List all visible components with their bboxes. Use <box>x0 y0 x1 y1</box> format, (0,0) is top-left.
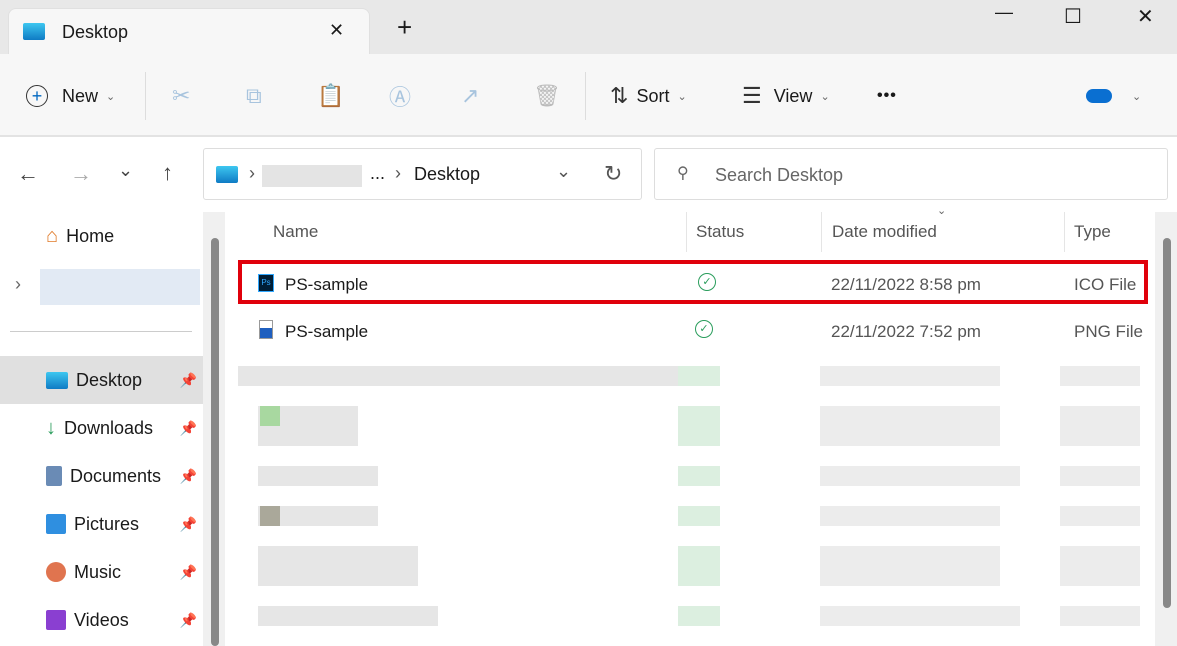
sort-icon: ⇅ <box>610 83 629 108</box>
photoshop-file-icon: Ps <box>258 274 274 292</box>
home-icon: ⌂ <box>46 224 59 247</box>
pin-icon: 📌 <box>179 611 197 628</box>
view-label: View <box>773 85 813 106</box>
music-icon <box>46 562 66 582</box>
sidebar-item-music[interactable]: Music 📌 <box>0 548 203 596</box>
expand-chevron-icon[interactable]: › <box>15 274 21 295</box>
close-window-button[interactable]: ✕ <box>1137 4 1154 29</box>
list-scrollbar[interactable] <box>1163 238 1171 608</box>
sidebar-label: Downloads <box>64 417 154 438</box>
forward-button[interactable]: → <box>70 161 92 187</box>
pictures-icon <box>46 514 66 534</box>
pin-icon: 📌 <box>179 371 197 388</box>
breadcrumb-separator: › <box>395 163 401 183</box>
column-header-status[interactable]: Status <box>696 222 744 242</box>
download-icon: ↓ <box>46 416 56 439</box>
sidebar-item-desktop[interactable]: Desktop 📌 <box>0 356 203 404</box>
delete-icon[interactable]: 🗑 <box>533 70 561 122</box>
file-name: PS-sample <box>285 322 369 341</box>
file-date: 22/11/2022 7:52 pm <box>831 322 981 341</box>
divider <box>821 212 822 252</box>
sort-indicator-icon: ⌄ <box>937 205 947 217</box>
new-button[interactable]: + New ⌄ <box>26 70 115 122</box>
share-icon[interactable]: ↗ <box>461 70 479 122</box>
divider <box>585 72 586 120</box>
back-button[interactable]: ← <box>17 161 39 187</box>
column-header-date[interactable]: Date modified <box>832 222 937 242</box>
refresh-icon[interactable]: ↻ <box>604 161 622 187</box>
sidebar-label: Desktop <box>76 369 143 390</box>
pin-icon: 📌 <box>179 563 197 580</box>
tab-desktop[interactable]: Desktop ✕ <box>8 8 370 55</box>
file-row-highlighted[interactable]: Ps PS-sample ✓ 22/11/2022 8:58 pm ICO Fi… <box>238 260 1148 304</box>
new-label: New <box>62 85 99 106</box>
sidebar-label: Home <box>66 225 115 246</box>
sidebar-item-downloads[interactable]: ↓ Downloads 📌 <box>0 404 203 452</box>
file-name: PS-sample <box>285 275 369 294</box>
onedrive-button[interactable]: ⌄ <box>1086 70 1141 122</box>
view-button[interactable]: ☰ View ⌄ <box>742 70 830 122</box>
up-button[interactable]: ↑ <box>162 160 173 186</box>
sort-button[interactable]: ⇅ Sort ⌄ <box>610 70 687 122</box>
divider <box>1064 212 1065 252</box>
sidebar-label: Videos <box>74 609 129 630</box>
search-input[interactable]: Search Desktop <box>715 165 843 186</box>
sidebar-label: Pictures <box>74 513 140 534</box>
documents-icon <box>46 466 62 486</box>
close-tab-icon[interactable]: ✕ <box>329 20 344 41</box>
divider <box>686 212 687 252</box>
sidebar-item-videos[interactable]: Videos 📌 <box>0 596 203 644</box>
blurred-onedrive-item[interactable] <box>40 269 200 305</box>
sort-label: Sort <box>636 85 670 106</box>
cut-icon[interactable]: ✂ <box>172 70 190 122</box>
synced-status-icon: ✓ <box>698 273 716 291</box>
search-box[interactable]: ⚲ Search Desktop <box>654 148 1168 200</box>
sidebar-item-documents[interactable]: Documents 📌 <box>0 452 203 500</box>
column-header-name[interactable]: Name <box>273 222 318 242</box>
search-icon: ⚲ <box>677 165 689 182</box>
desktop-folder-icon <box>216 166 238 183</box>
divider <box>145 72 146 120</box>
pin-icon: 📌 <box>179 467 197 484</box>
blurred-path <box>262 165 362 187</box>
file-row[interactable]: PS-sample ✓ 22/11/2022 7:52 pm PNG File <box>238 310 1148 354</box>
file-type: ICO File <box>1074 275 1137 294</box>
png-file-icon <box>259 320 273 339</box>
desktop-folder-icon <box>23 23 45 40</box>
sidebar-scrollbar[interactable] <box>211 238 219 646</box>
paste-icon[interactable]: 📋 <box>317 70 344 122</box>
breadcrumb-separator: › <box>249 163 255 183</box>
videos-icon <box>46 610 66 630</box>
maximize-button[interactable]: ☐ <box>1064 4 1082 29</box>
copy-icon[interactable]: ⧉ <box>246 70 262 122</box>
plus-circle-icon: + <box>26 85 48 107</box>
new-tab-button[interactable]: + <box>397 14 412 40</box>
sidebar-item-home[interactable]: ⌂ Home <box>0 212 203 260</box>
view-icon: ☰ <box>742 83 762 108</box>
recent-locations-button[interactable]: ⌄ <box>118 160 133 181</box>
blurred-file-rows <box>238 366 1148 646</box>
address-bar[interactable]: › ... › Desktop ⌄ ↻ <box>203 148 642 200</box>
breadcrumb-ellipsis[interactable]: ... <box>370 163 385 184</box>
onedrive-cloud-icon <box>1086 89 1112 103</box>
sidebar-label: Music <box>74 561 122 582</box>
breadcrumb-desktop[interactable]: Desktop <box>414 164 480 185</box>
file-date: 22/11/2022 8:58 pm <box>831 275 981 294</box>
column-header-type[interactable]: Type <box>1074 222 1111 242</box>
address-dropdown-icon[interactable]: ⌄ <box>556 161 571 182</box>
more-options-button[interactable]: ••• <box>877 70 897 122</box>
pin-icon: 📌 <box>179 419 197 436</box>
pin-icon: 📌 <box>179 515 197 532</box>
desktop-icon <box>46 371 68 389</box>
minimize-button[interactable]: — <box>995 2 1013 23</box>
divider <box>10 331 192 332</box>
tab-title: Desktop <box>62 22 129 42</box>
rename-icon[interactable]: Ⓐ <box>389 70 411 122</box>
sidebar-label: Documents <box>70 465 162 486</box>
synced-status-icon: ✓ <box>695 320 713 338</box>
sidebar-item-pictures[interactable]: Pictures 📌 <box>0 500 203 548</box>
file-type: PNG File <box>1074 322 1143 341</box>
